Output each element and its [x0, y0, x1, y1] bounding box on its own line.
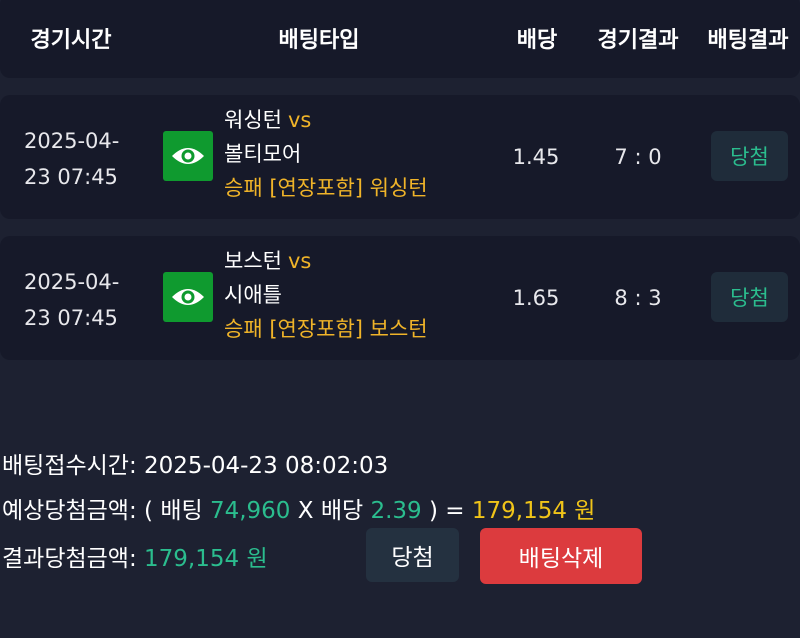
bet-row: 2025-04- 23 07:45 워싱턴 vs 볼티모어 승패 [연장포함] 워… [0, 95, 800, 219]
match-time: 2025-04- 23 07:45 [24, 129, 120, 189]
bet-type: 보스턴 vs 시애틀 승패 [연장포함] 보스턴 [224, 244, 428, 346]
times-label: X 배당 [297, 498, 364, 524]
away-team: 시애틀 [224, 283, 282, 307]
total-odds: 2.39 [370, 498, 422, 524]
team-line: 보스턴 vs [224, 244, 428, 278]
odds-value: 1.45 [512, 145, 560, 169]
delete-bet-button[interactable]: 배팅삭제 [480, 528, 642, 584]
win-status-button[interactable]: 당첨 [366, 528, 459, 582]
game-score: 7 : 0 [614, 145, 662, 169]
expected-open: ( 배팅 [144, 498, 203, 524]
eye-icon [172, 289, 204, 305]
odds-value: 1.65 [512, 286, 560, 310]
header-game-result: 경기결과 [597, 28, 679, 53]
pick-label: 승패 [연장포함] 워싱턴 [224, 176, 428, 200]
header-odds: 배당 [516, 28, 558, 53]
pick-label: 승패 [연장포함] 보스턴 [224, 317, 428, 341]
received-time-label: 배팅접수시간: [2, 453, 137, 479]
final-amount: 179,154 원 [144, 546, 268, 572]
expected-payout-label: 예상당첨금액: [2, 498, 137, 524]
match-time: 2025-04- 23 07:45 [24, 270, 120, 330]
stake-amount: 74,960 [209, 498, 291, 524]
bet-result-badge: 당첨 [711, 131, 788, 181]
team-line: 워싱턴 vs [224, 103, 428, 137]
expected-eq: ) = [428, 498, 465, 524]
eye-icon [172, 148, 204, 164]
expected-amount: 179,154 원 [471, 498, 596, 524]
bet-result-badge: 당첨 [711, 272, 788, 322]
game-score: 8 : 3 [614, 286, 662, 310]
expected-payout-line: 예상당첨금액: ( 배팅 74,960 X 배당 2.39 ) = 179,15… [2, 491, 595, 525]
view-match-button[interactable] [163, 131, 213, 181]
header-time: 경기시간 [30, 28, 112, 53]
received-time-value: 2025-04-23 08:02:03 [144, 453, 389, 479]
header-bet-result: 배팅결과 [707, 28, 789, 53]
vs-label: vs [287, 249, 312, 273]
vs-label: vs [287, 108, 312, 132]
received-time-line: 배팅접수시간: 2025-04-23 08:02:03 [2, 446, 388, 480]
view-match-button[interactable] [163, 272, 213, 322]
header-bet-type: 배팅타입 [278, 28, 360, 53]
bet-row: 2025-04- 23 07:45 보스턴 vs 시애틀 승패 [연장포함] 보스… [0, 236, 800, 360]
final-payout-label: 결과당첨금액: [2, 546, 137, 572]
table-header: 경기시간 배팅타입 배당 경기결과 배팅결과 [0, 0, 800, 78]
bet-type: 워싱턴 vs 볼티모어 승패 [연장포함] 워싱턴 [224, 103, 428, 205]
home-team: 워싱턴 [224, 108, 282, 132]
away-team: 볼티모어 [224, 142, 302, 166]
home-team: 보스턴 [224, 249, 282, 273]
final-payout-line: 결과당첨금액: 179,154 원 [2, 539, 268, 573]
